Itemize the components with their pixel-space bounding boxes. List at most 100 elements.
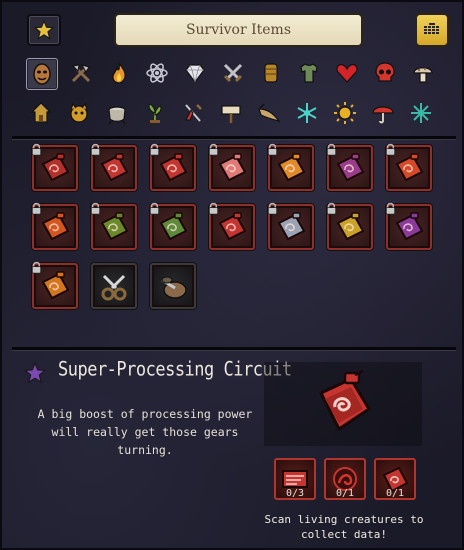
creature-mask-icon	[70, 102, 88, 123]
heart-icon	[336, 63, 358, 83]
tab-winter[interactable]	[292, 98, 322, 128]
lock-icon	[267, 143, 278, 156]
circuit-item-icon	[277, 212, 306, 241]
clippers-item-icon	[101, 274, 127, 301]
tab-ice[interactable]	[406, 98, 436, 128]
circuit-item-slot[interactable]	[149, 202, 196, 250]
crossed-swords-icon	[223, 63, 243, 83]
requirement-count: 0/3	[285, 488, 305, 499]
circuit-item-icon	[395, 153, 424, 182]
favorites-button[interactable]	[27, 14, 61, 46]
tab-science[interactable]	[142, 58, 172, 88]
tab-cooking[interactable]	[102, 98, 132, 128]
circuit-item-slot[interactable]	[385, 202, 432, 250]
circuit-item-slot[interactable]	[149, 143, 196, 191]
item-row	[31, 143, 442, 191]
tab-clothing[interactable]	[294, 58, 324, 88]
circuit-item-icon	[395, 212, 424, 241]
item-description: A big boost of processing power will rea…	[37, 407, 253, 457]
recipe-star-icon[interactable]	[24, 362, 46, 384]
horn-icon	[258, 103, 281, 122]
circuit-item-icon	[100, 153, 129, 182]
item-name: Super-Processing Circuit	[58, 358, 292, 381]
tab-weapons[interactable]	[218, 58, 248, 88]
category-row-2	[26, 98, 450, 130]
pot-icon	[108, 106, 126, 125]
circuit-item-slot[interactable]	[208, 202, 255, 250]
circuit-item-slot[interactable]	[385, 143, 432, 191]
circuit-item-slot[interactable]	[90, 143, 137, 191]
circuit-item-slot[interactable]	[326, 143, 373, 191]
sun-icon	[334, 102, 356, 124]
page-title-text: Survivor Items	[185, 22, 292, 38]
tab-farming[interactable]	[140, 98, 170, 128]
requirement-count: 0/1	[385, 488, 405, 499]
dress-icon	[185, 104, 202, 122]
circuit-item-slot[interactable]	[326, 202, 373, 250]
lock-icon	[31, 202, 42, 215]
tab-fire[interactable]	[104, 58, 134, 88]
tab-danger[interactable]	[370, 58, 400, 88]
circuit-item-slot[interactable]	[31, 202, 78, 250]
tab-music[interactable]	[254, 98, 284, 128]
circuit-item-slot[interactable]	[31, 261, 78, 309]
tools-icon	[71, 64, 91, 83]
tab-gems[interactable]	[180, 58, 210, 88]
atom-science-icon	[146, 63, 168, 83]
tab-mask[interactable]	[26, 58, 58, 90]
circuit-item-icon	[218, 153, 247, 182]
requirement-item[interactable]: 0/1	[324, 458, 366, 500]
category-row-1	[26, 58, 450, 90]
snowflake-icon	[297, 103, 317, 123]
crafting-panel: Survivor Items Super-Processing Circuit …	[0, 0, 464, 550]
circuit-item-icon	[218, 212, 247, 241]
tab-decor[interactable]	[216, 98, 246, 128]
mushroom-icon	[413, 67, 433, 83]
gem-icon	[185, 64, 205, 83]
tab-tools[interactable]	[66, 58, 96, 88]
lock-icon	[31, 261, 42, 274]
ice-crystal-icon	[411, 103, 431, 123]
lock-icon	[267, 202, 278, 215]
item-row	[31, 202, 442, 250]
circuit-item-icon	[41, 153, 70, 182]
umbrella-icon	[372, 106, 394, 124]
lock-icon	[208, 143, 219, 156]
page-title: Survivor Items	[114, 13, 363, 47]
farm-plant-icon	[148, 103, 162, 123]
skull-icon	[375, 62, 395, 82]
circuit-item-slot[interactable]	[208, 143, 255, 191]
tab-creatures[interactable]	[64, 98, 94, 128]
item-preview	[264, 362, 422, 446]
tab-armor[interactable]	[256, 58, 286, 88]
circuit-item-slot[interactable]	[90, 202, 137, 250]
tab-dress[interactable]	[178, 98, 208, 128]
lock-icon	[149, 143, 160, 156]
tool-bundle-item-icon	[161, 276, 187, 299]
lock-icon	[149, 202, 160, 215]
lock-icon	[385, 143, 396, 156]
tool-bundle-item-slot[interactable]	[150, 263, 196, 309]
grid-icon	[424, 23, 439, 34]
circuit-item-icon	[159, 153, 188, 182]
grid-toggle-button[interactable]	[415, 13, 449, 47]
requirement-item[interactable]: 0/3	[274, 458, 316, 500]
tab-health[interactable]	[332, 58, 362, 88]
circuit-item-slot[interactable]	[31, 143, 78, 191]
category-tabs	[26, 58, 450, 138]
lock-icon	[90, 143, 101, 156]
mask-icon	[33, 63, 51, 85]
clippers-item-slot[interactable]	[91, 263, 137, 309]
divider-top	[12, 136, 456, 139]
circuit-item-slot[interactable]	[267, 202, 314, 250]
requirement-item[interactable]: 0/1	[374, 458, 416, 500]
tab-rain[interactable]	[368, 98, 398, 128]
tab-structures[interactable]	[26, 98, 56, 128]
tab-summer[interactable]	[330, 98, 360, 128]
lock-icon	[385, 202, 396, 215]
lock-icon	[326, 143, 337, 156]
circuit-item-slot[interactable]	[267, 143, 314, 191]
fire-icon	[112, 62, 126, 84]
tab-food[interactable]	[408, 58, 438, 88]
lock-icon	[208, 202, 219, 215]
